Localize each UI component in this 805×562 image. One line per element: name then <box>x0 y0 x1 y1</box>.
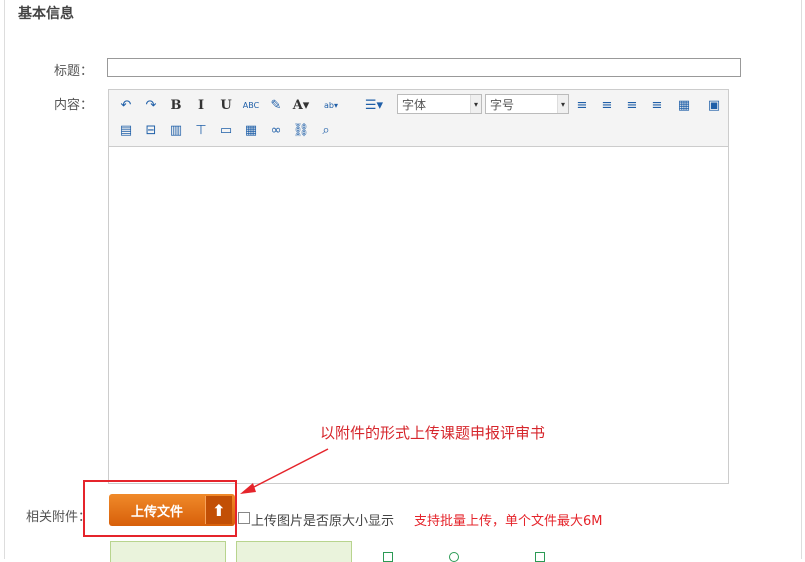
delete-col-icon[interactable]: ⊤ <box>191 120 211 140</box>
status-circle-icon <box>449 552 459 562</box>
taskbar-strip <box>383 552 545 562</box>
insert-col-icon[interactable]: ▥ <box>166 120 186 140</box>
font-family-select-value: 字体 <box>402 97 427 112</box>
delete-row-icon[interactable]: ⊟ <box>141 120 161 140</box>
redo-icon[interactable]: ↷ <box>141 95 161 115</box>
split-cells-icon[interactable]: ▦ <box>241 120 261 140</box>
original-size-label: 上传图片是否原大小显示 <box>251 514 395 529</box>
annotation-text: 以附件的形式上传课题申报评审书 <box>320 424 546 442</box>
chevron-down-icon: ▾ <box>470 95 481 113</box>
font-size-select[interactable]: 字号 ▾ <box>485 94 569 114</box>
original-size-checkbox[interactable] <box>238 512 250 524</box>
upload-file-button[interactable]: 上传文件 ⬆ <box>109 494 235 526</box>
upload-highlight-box: 上传文件 ⬆ <box>83 480 237 537</box>
align-left-icon[interactable]: ≡ <box>572 95 592 115</box>
title-input[interactable] <box>107 58 741 77</box>
bold-icon[interactable]: B <box>166 95 186 115</box>
section-title: 基本信息 <box>18 6 74 22</box>
upload-arrow-icon: ⬆ <box>205 496 232 524</box>
strikethrough-icon[interactable]: ABC <box>241 95 261 115</box>
eraser-icon[interactable]: ✎ <box>266 95 286 115</box>
font-size-select-value: 字号 <box>490 97 515 112</box>
chevron-down-icon: ▾ <box>557 95 568 113</box>
upload-hint: 支持批量上传，单个文件最大6M <box>414 514 603 529</box>
merge-cells-icon[interactable]: ▭ <box>216 120 236 140</box>
line-spacing-icon[interactable]: ☰▾ <box>364 95 384 115</box>
status-box-icon <box>383 552 393 562</box>
underline-icon[interactable]: U <box>216 95 236 115</box>
status-box-icon <box>535 552 545 562</box>
editor-toolbar: ↶ ↷ B I U ABC ✎ A▾ ab▾ ☰▾ 字体 ▾ 字号 ▾ ≡ ≡ ≡ ≡ ▦ ▣ ▤ ⊟ ▥ ⊤ ▭ ▦ ∞ ⛓ ⌕ <box>109 90 728 147</box>
content-label: 内容： <box>54 98 94 113</box>
align-center-icon[interactable]: ≡ <box>597 95 617 115</box>
link-icon[interactable]: ∞ <box>266 120 286 140</box>
highlight-icon[interactable]: ab▾ <box>321 95 341 115</box>
upload-button-label: 上传文件 <box>130 504 183 520</box>
attachment-label: 相关附件： <box>26 510 92 525</box>
title-label: 标题： <box>54 64 94 79</box>
preview-icon[interactable]: ▣ <box>704 95 724 115</box>
align-right-icon[interactable]: ≡ <box>622 95 642 115</box>
justify-icon[interactable]: ≡ <box>647 95 667 115</box>
undo-icon[interactable]: ↶ <box>116 95 136 115</box>
unlink-icon[interactable]: ⛓ <box>291 120 311 140</box>
table-icon[interactable]: ▦ <box>674 95 694 115</box>
italic-icon[interactable]: I <box>191 95 211 115</box>
insert-row-icon[interactable]: ▤ <box>116 120 136 140</box>
font-color-icon[interactable]: A▾ <box>291 95 311 115</box>
search-icon[interactable]: ⌕ <box>316 120 336 140</box>
font-family-select[interactable]: 字体 ▾ <box>397 94 482 114</box>
